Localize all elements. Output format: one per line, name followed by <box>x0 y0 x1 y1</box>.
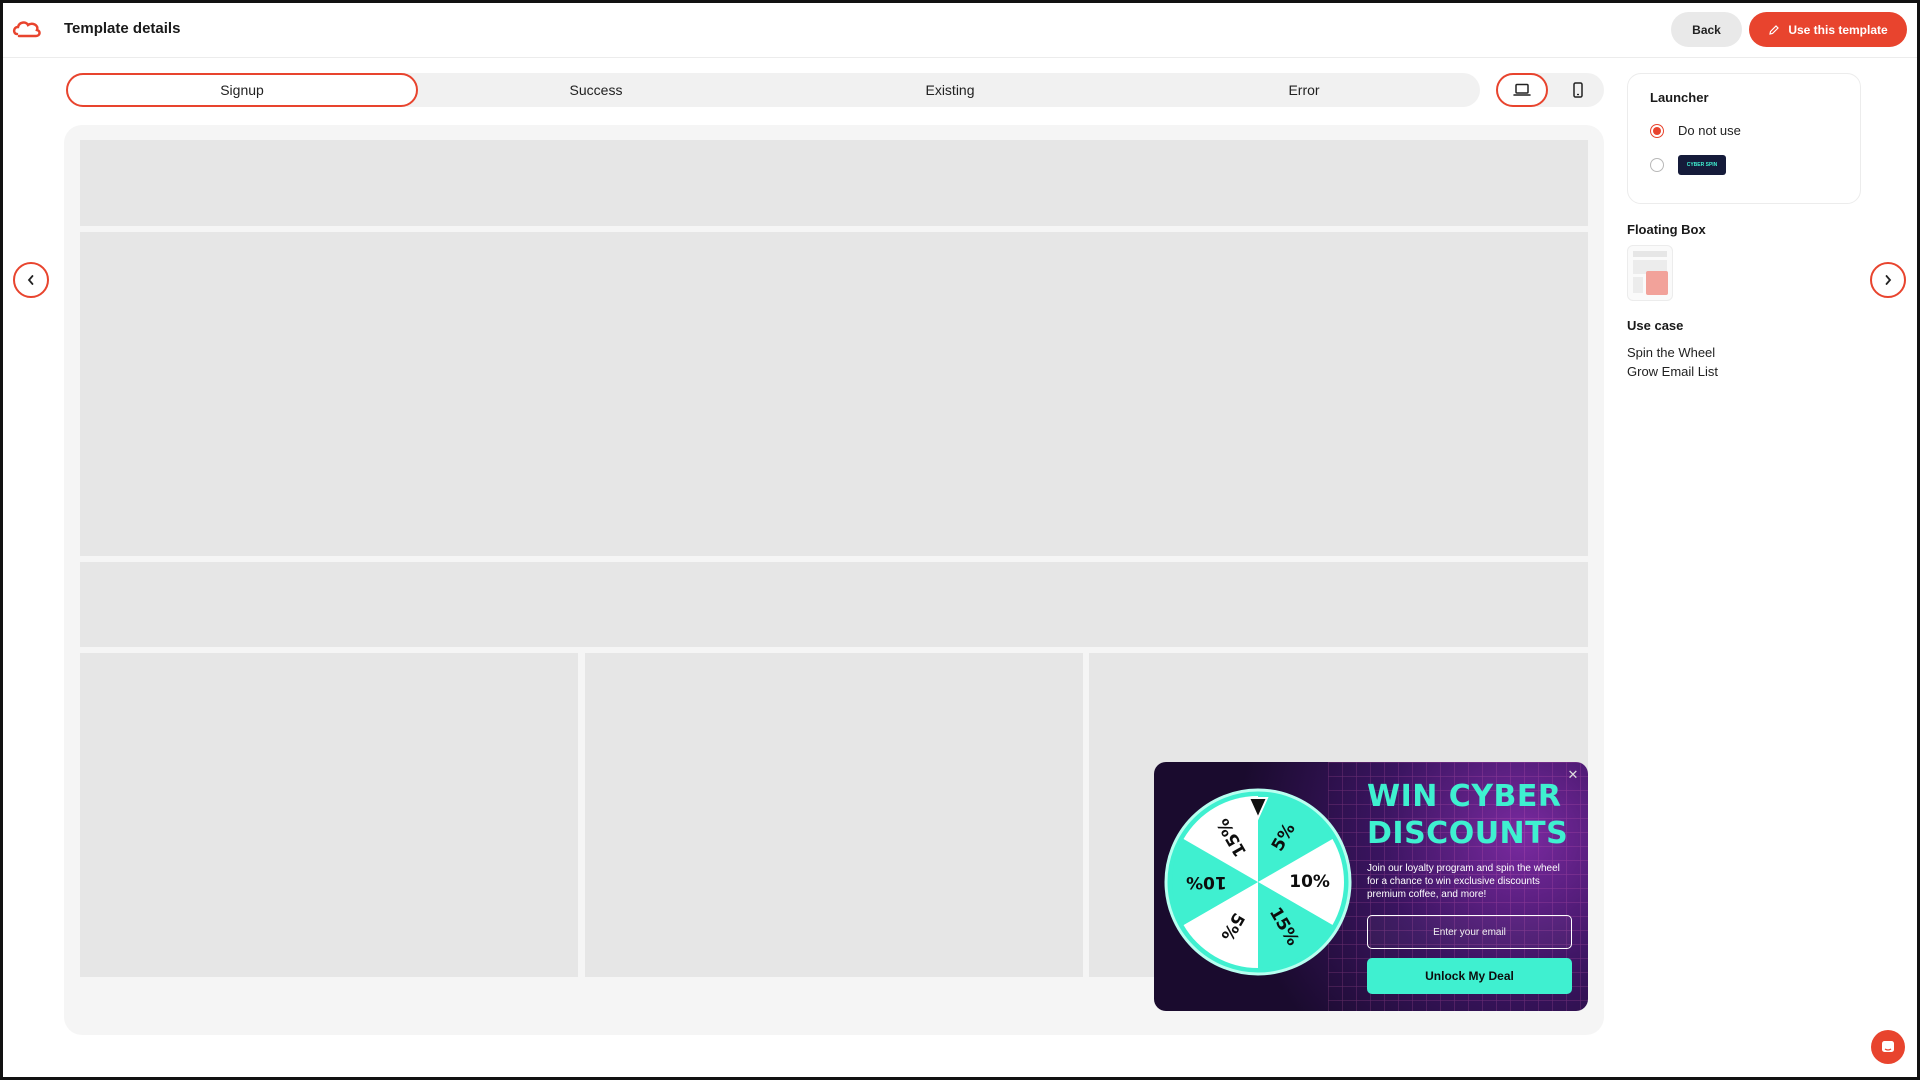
popup-description: Join our loyalty program and spin the wh… <box>1367 863 1560 900</box>
state-tabs: Signup Success Existing Error <box>66 73 1480 107</box>
placeholder-card-block <box>80 653 578 977</box>
chevron-right-icon <box>1885 275 1892 285</box>
floating-box-thumbnail[interactable] <box>1627 245 1673 301</box>
mobile-icon <box>1573 82 1583 98</box>
wheel-segment-label: 10% <box>1186 872 1227 892</box>
popup-title-line: WIN CYBER <box>1367 779 1562 814</box>
chat-support-button[interactable] <box>1871 1030 1905 1064</box>
launcher-title: Launcher <box>1650 90 1709 105</box>
spin-wheel-popup: 5% 10% 15% 5% 10% 15% ✕ WIN CYBER DISCOUNTS J… <box>1154 762 1588 1011</box>
launcher-option-cyber-spin[interactable]: CYBER SPIN <box>1650 155 1726 175</box>
launcher-card: Launcher Do not use CYBER SPIN <box>1627 73 1861 204</box>
placeholder-banner-block <box>80 562 1588 647</box>
next-template-button[interactable] <box>1870 262 1906 298</box>
floating-box-title: Floating Box <box>1627 222 1706 237</box>
radio-button[interactable] <box>1650 123 1664 138</box>
launcher-option-do-not-use[interactable]: Do not use <box>1650 123 1741 138</box>
use-template-button[interactable]: Use this template <box>1749 12 1907 47</box>
placeholder-hero-block <box>80 232 1588 556</box>
popup-title-line: DISCOUNTS <box>1367 816 1569 851</box>
radio-button[interactable] <box>1650 158 1664 172</box>
chat-icon <box>1882 1041 1894 1052</box>
device-toggle <box>1496 73 1604 107</box>
mobile-view-button[interactable] <box>1552 73 1604 107</box>
app-logo-icon[interactable] <box>12 18 42 40</box>
popup-title: WIN CYBER DISCOUNTS <box>1367 778 1569 852</box>
desktop-view-button[interactable] <box>1496 73 1548 107</box>
launcher-thumbnail: CYBER SPIN <box>1678 155 1726 175</box>
back-button[interactable]: Back <box>1671 12 1742 47</box>
email-input[interactable] <box>1367 915 1572 949</box>
previous-template-button[interactable] <box>13 262 49 298</box>
use-case-item: Spin the Wheel <box>1627 345 1716 360</box>
placeholder-header-block <box>80 140 1588 226</box>
tab-success[interactable]: Success <box>420 73 772 107</box>
wheel-segment-label: 10% <box>1289 872 1330 892</box>
pencil-icon <box>1769 24 1780 35</box>
tab-error[interactable]: Error <box>1128 73 1480 107</box>
use-case-title: Use case <box>1627 318 1684 333</box>
chevron-left-icon <box>27 275 34 285</box>
close-icon[interactable]: ✕ <box>1566 768 1580 782</box>
desktop-icon <box>1513 83 1531 96</box>
placeholder-card-block <box>585 653 1083 977</box>
launcher-option-label: Do not use <box>1678 123 1741 138</box>
use-case-item: Grow Email List <box>1627 364 1719 379</box>
page-title: Template details <box>64 20 181 37</box>
prize-wheel: 5%10%15%5%10%15% <box>1164 788 1352 976</box>
header: Template details Back Use this template <box>0 0 1920 58</box>
unlock-deal-button[interactable]: Unlock My Deal <box>1367 958 1572 994</box>
tab-existing[interactable]: Existing <box>774 73 1126 107</box>
use-template-label: Use this template <box>1788 22 1888 37</box>
tab-signup[interactable]: Signup <box>66 73 418 107</box>
